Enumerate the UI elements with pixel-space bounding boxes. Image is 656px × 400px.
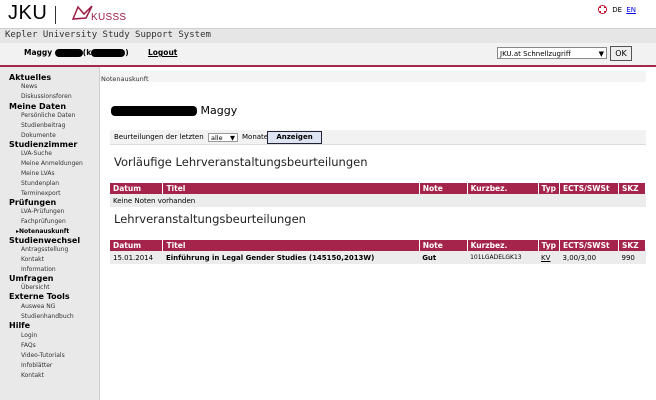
column-header[interactable]: Typ xyxy=(538,183,561,194)
period-filter: Beurteilungen der letzten alle ▼ Monate … xyxy=(110,130,646,145)
sidebar-section-studienwechsel[interactable]: Studienwechsel xyxy=(9,236,80,245)
sidebar-section-aktuelles[interactable]: Aktuelles xyxy=(9,73,51,82)
user-id-prefix: (k xyxy=(82,48,92,57)
quick-access-ok-button[interactable]: OK xyxy=(610,46,632,61)
sidebar-item-notenauskunft[interactable]: ▸Notenauskunft xyxy=(16,228,69,235)
grade-ects: 3,00/3,00 xyxy=(559,251,619,264)
sidebar-section-meine-daten[interactable]: Meine Daten xyxy=(9,102,66,111)
sidebar-section-hilfe[interactable]: Hilfe xyxy=(9,321,30,330)
sidebar-nav: Aktuelles News Diskussionsforen Meine Da… xyxy=(0,67,100,400)
column-header[interactable]: SKZ xyxy=(618,183,647,194)
column-header[interactable]: SKZ xyxy=(618,240,647,251)
empty-message: Keine Noten vorhanden xyxy=(110,194,646,207)
quick-access-value: JKU.at Schnellzugriff xyxy=(500,50,571,58)
lang-en-link[interactable]: EN xyxy=(626,6,636,14)
grade-course-title: Einführung in Legal Gender Studies (1451… xyxy=(162,251,420,264)
breadcrumb: Notenauskunft xyxy=(101,75,149,83)
sidebar-item-kontakt-hilfe[interactable]: Kontakt xyxy=(21,372,44,379)
months-select-value: alle xyxy=(211,134,223,142)
sidebar-item-meine-anmeldungen[interactable]: Meine Anmeldungen xyxy=(21,160,83,167)
column-header[interactable]: Datum xyxy=(110,183,164,194)
system-title-bar: Kepler University Study Support System xyxy=(0,28,656,43)
sidebar-item-news[interactable]: News xyxy=(21,83,37,90)
sidebar-item-lva-suche[interactable]: LVA-Suche xyxy=(21,150,52,157)
grade-skz: 990 xyxy=(618,251,646,264)
logout-link[interactable]: Logout xyxy=(148,48,177,57)
redacted-student-surname xyxy=(111,106,197,116)
column-header[interactable]: Note xyxy=(419,240,468,251)
filter-label: Beurteilungen der letzten xyxy=(114,133,204,141)
column-header[interactable]: Kurzbez. xyxy=(467,183,539,194)
column-header[interactable]: Note xyxy=(419,183,468,194)
provisional-grades-table: Datum Titel Note Kurzbez. Typ ECTS/SWSt … xyxy=(110,183,647,207)
column-header[interactable]: Titel xyxy=(162,183,420,194)
sidebar-item-lva-pruefungen[interactable]: LVA-Prüfungen xyxy=(21,208,64,215)
sidebar-item-dokumente[interactable]: Dokumente xyxy=(21,132,56,139)
sidebar-section-externe-tools[interactable]: Externe Tools xyxy=(9,292,70,301)
sidebar-item-infoblaetter[interactable]: Infoblätter xyxy=(21,362,52,369)
grade-value: Gut xyxy=(419,251,468,264)
sidebar-item-video-tutorials[interactable]: Video-Tutorials xyxy=(21,352,65,359)
show-button[interactable]: Anzeigen xyxy=(267,131,322,144)
sidebar-item-uebersicht[interactable]: Übersicht xyxy=(21,284,50,291)
column-header[interactable]: Titel xyxy=(162,240,420,251)
sidebar-item-studienhandbuch[interactable]: Studienhandbuch xyxy=(21,313,74,320)
user-id-suffix: ) xyxy=(125,48,129,57)
grade-date: 15.01.2014 xyxy=(110,251,163,264)
sidebar-item-label: Notenauskunft xyxy=(19,228,70,235)
sidebar-item-kontakt-studienwechsel[interactable]: Kontakt xyxy=(21,256,44,263)
grades-heading: Lehrveranstaltungsbeurteilungen xyxy=(114,212,306,226)
table-row: Keine Noten vorhanden xyxy=(110,194,646,207)
column-header[interactable]: Datum xyxy=(110,240,164,251)
user-first-name: Maggy xyxy=(24,48,53,57)
grade-course-type-link[interactable]: KV xyxy=(538,251,560,264)
language-switcher: DE EN xyxy=(598,5,638,14)
column-header[interactable]: ECTS/SWSt xyxy=(559,240,619,251)
redacted-user-id xyxy=(91,49,126,57)
system-title: Kepler University Study Support System xyxy=(5,30,211,40)
quick-access-select[interactable]: JKU.at Schnellzugriff ▼ xyxy=(497,47,607,59)
filter-unit-label: Monate xyxy=(242,133,269,141)
column-header[interactable]: Kurzbez. xyxy=(467,240,539,251)
student-name-heading: Maggy xyxy=(111,104,237,117)
redacted-surname xyxy=(54,49,83,57)
swiss-flag-icon xyxy=(598,5,607,14)
sidebar-item-diskussionsforen[interactable]: Diskussionsforen xyxy=(21,93,72,100)
student-first-name: Maggy xyxy=(200,104,238,117)
sidebar-item-stundenplan[interactable]: Stundenplan xyxy=(21,180,59,187)
grades-table: Datum Titel Note Kurzbez. Typ ECTS/SWSt … xyxy=(110,240,647,264)
column-header[interactable]: ECTS/SWSt xyxy=(559,183,619,194)
jku-logo[interactable]: JKU xyxy=(8,2,47,25)
sidebar-section-studienzimmer[interactable]: Studienzimmer xyxy=(9,140,77,149)
table-header-row: Datum Titel Note Kurzbez. Typ ECTS/SWSt … xyxy=(110,240,647,251)
chevron-down-icon: ▼ xyxy=(598,50,604,58)
sidebar-item-faqs[interactable]: FAQs xyxy=(21,342,36,349)
sidebar-item-login[interactable]: Login xyxy=(21,332,37,339)
table-row: 15.01.2014 Einführung in Legal Gender St… xyxy=(110,251,646,264)
breadcrumb-bar xyxy=(100,71,646,82)
sidebar-item-antragsstellung[interactable]: Antragsstellung xyxy=(21,246,68,253)
sidebar-item-studienbeitrag[interactable]: Studienbeitrag xyxy=(21,122,65,129)
sidebar-item-persoenliche-daten[interactable]: Persönliche Daten xyxy=(21,112,75,119)
months-select[interactable]: alle ▼ xyxy=(208,133,238,142)
user-bar: Maggy (k) Logout JKU.at Schnellzugriff ▼… xyxy=(0,43,656,67)
grade-short-code: 101LGADELGK13 xyxy=(467,251,539,264)
kusss-logo[interactable]: KUSSS xyxy=(72,4,132,24)
sidebar-item-auswea-ng[interactable]: Auswea NG xyxy=(21,303,55,310)
sidebar-item-meine-lvas[interactable]: Meine LVAs xyxy=(21,170,55,177)
sidebar-section-pruefungen[interactable]: Prüfungen xyxy=(9,198,56,207)
chevron-down-icon: ▼ xyxy=(230,134,235,142)
sidebar-item-information[interactable]: Information xyxy=(21,266,56,273)
table-header-row: Datum Titel Note Kurzbez. Typ ECTS/SWSt … xyxy=(110,183,647,194)
column-header[interactable]: Typ xyxy=(538,240,561,251)
lang-de-link[interactable]: DE xyxy=(612,6,622,14)
provisional-grades-heading: Vorläufige Lehrveranstaltungsbeurteilung… xyxy=(114,155,368,169)
sidebar-item-terminexport[interactable]: Terminexport xyxy=(21,190,60,197)
sidebar-item-fachpruefungen[interactable]: Fachprüfungen xyxy=(21,218,66,225)
logo-divider xyxy=(55,6,56,24)
sidebar-section-umfragen[interactable]: Umfragen xyxy=(9,274,54,283)
user-name: Maggy (k) xyxy=(24,48,129,57)
kusss-logo-text: KUSSS xyxy=(91,12,127,23)
